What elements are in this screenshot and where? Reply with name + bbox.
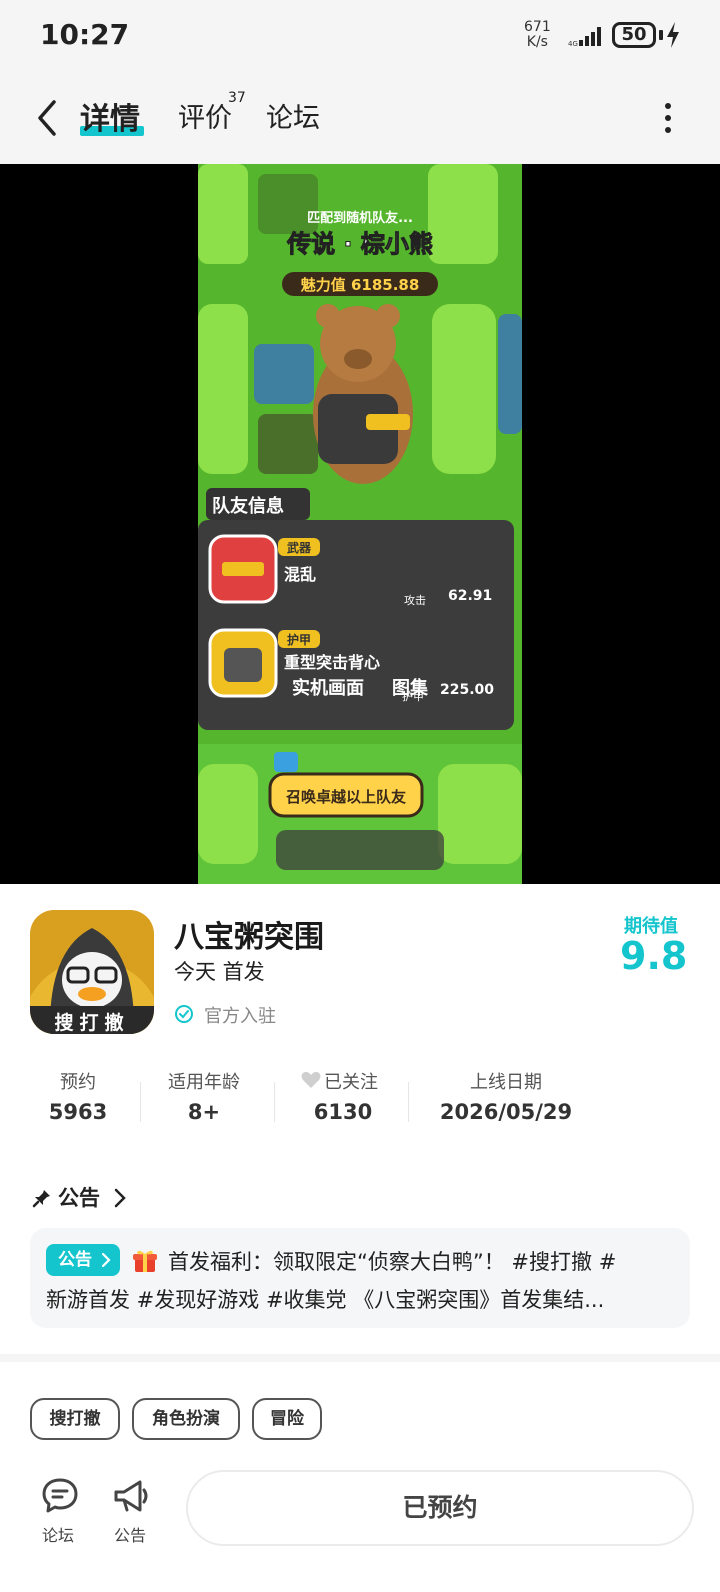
battery-tip [659,30,663,40]
stat-follow-label: 已关注 [324,1072,378,1093]
notice-label[interactable]: 公告 [114,1522,146,1546]
svg-text:武器: 武器 [287,540,312,555]
tag-search-loot-extract[interactable]: 搜打撤 [30,1398,120,1440]
tag-rpg[interactable]: 角色扮演 [132,1398,240,1440]
forum-icon[interactable] [40,1476,80,1516]
announcement-badge-label: 公告 [58,1250,92,1270]
stat-launch-value: 2026/05/29 [439,1100,573,1124]
svg-text:匹配到随机队友...: 匹配到随机队友... [307,210,413,226]
gift-icon [133,1250,157,1272]
game-scene-illustration: 匹配到随机队友... 传说 · 棕小熊 魅力值 6185.88 队友信息 武器 … [198,164,522,884]
svg-text:混乱: 混乱 [284,565,316,584]
stat-age-label: 适用年龄 [168,1072,240,1093]
tab-forum[interactable]: 论坛 [266,96,320,135]
network-speed: 671 K/s [524,20,551,50]
stat-divider [274,1082,275,1122]
back-icon[interactable] [32,96,62,140]
icon-caption: 搜打撤 [54,1012,130,1034]
badge-chevron-icon [102,1253,111,1267]
verified-check-icon [175,1005,193,1023]
svg-text:攻击: 攻击 [404,593,426,607]
reserved-button[interactable]: 已预约 [186,1470,694,1546]
svg-text:护甲: 护甲 [287,632,311,647]
review-count-badge: 37 [228,90,246,106]
release-info: 今天 首发 [174,960,265,984]
svg-text:重型突击背心: 重型突击背心 [284,653,380,672]
svg-text:队友信息: 队友信息 [212,495,284,517]
network-speed-value: 671 [524,19,551,35]
stat-launch-label: 上线日期 [470,1072,542,1093]
status-time: 10:27 [40,18,130,51]
section-separator [0,1354,720,1362]
announcement-text-line1: 首发福利：领取限定“侦察大白鸭”！ #搜打撤 # [168,1250,617,1274]
media-switch-bar [276,830,444,870]
status-bar: 10:27 671 K/s 4G 50 [0,0,720,72]
stat-follow-value: 6130 [313,1100,373,1124]
real-gameplay-button[interactable]: 实机画面 [292,674,364,700]
stat-reserve-label: 预约 [60,1072,96,1093]
svg-text:225.00: 225.00 [440,682,494,698]
stat-reserve-value: 5963 [48,1100,108,1124]
svg-text:召唤卓越以上队友: 召唤卓越以上队友 [286,788,406,806]
chevron-right-icon[interactable] [114,1188,126,1208]
charging-icon [667,22,679,48]
battery-icon: 50 [612,22,656,48]
svg-text:62.91: 62.91 [448,588,492,604]
forum-label[interactable]: 论坛 [42,1522,74,1546]
stat-divider [408,1082,409,1122]
game-title: 八宝粥突围 [174,920,324,955]
svg-text:4G: 4G [568,40,578,48]
official-verified-label: 官方入驻 [204,1006,276,1027]
stat-divider [140,1082,141,1122]
gallery-button[interactable]: 图集 [392,674,428,700]
megaphone-icon[interactable] [112,1476,152,1516]
more-icon[interactable] [660,100,676,136]
expectation-score: 9.8 [620,934,688,978]
pin-icon [32,1190,50,1208]
svg-text:魅力值 6185.88: 魅力值 6185.88 [301,276,420,294]
tab-review[interactable]: 评价 [178,96,232,135]
signal-icon: 4G [568,27,601,48]
game-screenshot: 匹配到随机队友... 传说 · 棕小熊 魅力值 6185.88 队友信息 武器 … [198,164,522,884]
stat-age-value: 8+ [187,1100,221,1124]
tab-detail[interactable]: 详情 [80,94,140,138]
announcement-badge[interactable]: 公告 [46,1244,120,1276]
announcement-section-title[interactable]: 公告 [58,1182,100,1212]
media-viewer[interactable]: 匹配到随机队友... 传说 · 棕小熊 魅力值 6185.88 队友信息 武器 … [0,164,720,884]
svg-text:传说 · 棕小熊: 传说 · 棕小熊 [286,230,433,258]
game-app-icon: 搜打撤 [30,910,154,1034]
network-speed-unit: K/s [526,34,548,50]
announcement-text-line2: 新游首发 #发现好游戏 #收集党 《八宝粥突围》首发集结... [46,1288,605,1312]
tag-adventure[interactable]: 冒险 [252,1398,322,1440]
nav-header: 详情 评价 37 论坛 [0,72,720,164]
heart-icon [301,1071,321,1088]
